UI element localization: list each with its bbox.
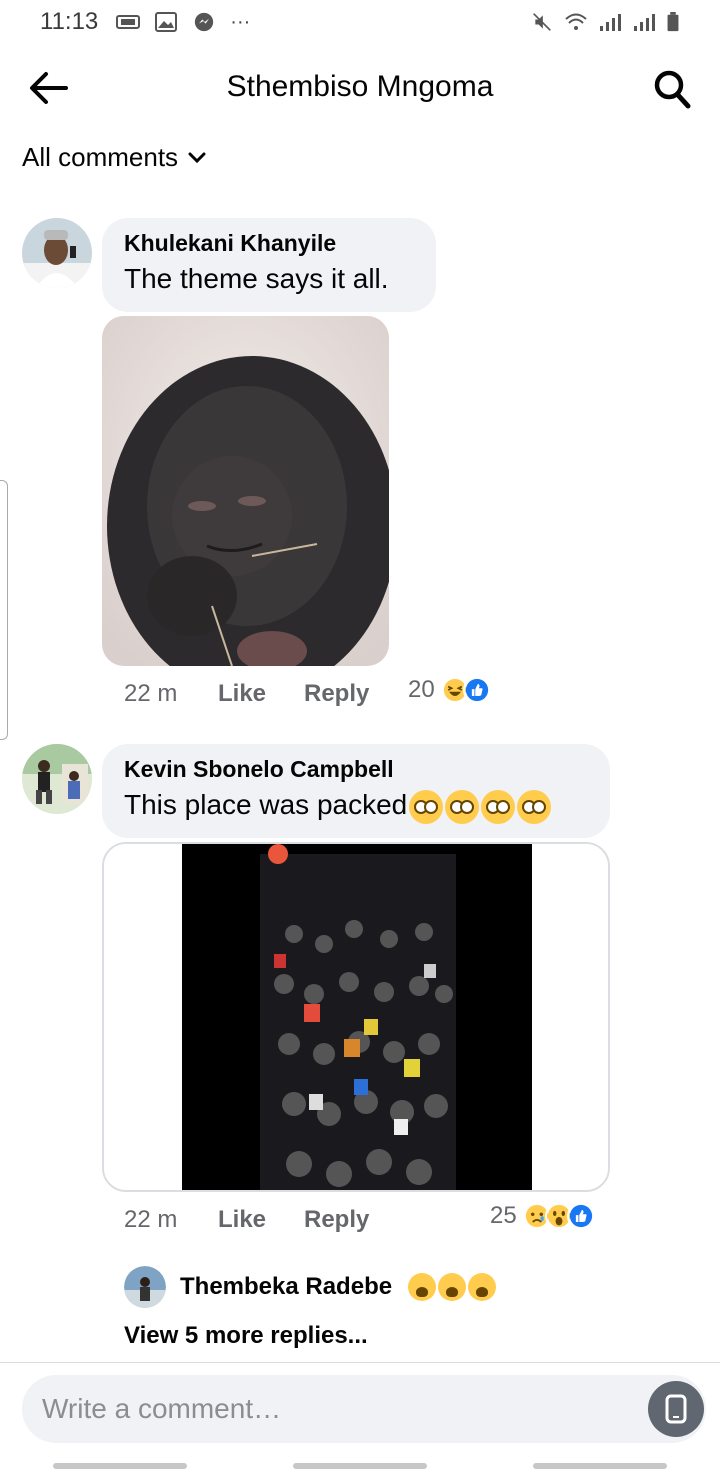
comment-image[interactable] [102, 316, 389, 666]
view-more-replies-link[interactable]: View 5 more replies... [124, 1322, 368, 1350]
crowd-video-thumbnail-icon [104, 844, 608, 1190]
system-nav-bar [0, 1452, 720, 1480]
reaction-count: 20 [408, 676, 435, 703]
nav-home-button[interactable] [293, 1463, 427, 1469]
avatar-photo-icon [22, 218, 92, 288]
video-notification-icon [116, 15, 141, 29]
comment-author[interactable]: Khulekani Khanyile [124, 230, 414, 257]
sticker-button[interactable] [648, 1381, 704, 1437]
comment-text: The theme says it all. [124, 263, 389, 294]
gallery-notification-icon [155, 12, 178, 32]
messenger-notification-icon [195, 12, 214, 32]
crying-emoji-icon [408, 1273, 437, 1301]
comment-actions: 22 m Like Reply [124, 1206, 369, 1234]
comment-bubble[interactable]: Khulekani Khanyile The theme says it all… [102, 218, 436, 312]
signal-icon [600, 14, 621, 31]
crying-emoji-group [406, 1273, 497, 1301]
more-notifications-icon: ··· [230, 10, 251, 33]
like-reaction-icon [566, 1202, 595, 1230]
nav-back-button[interactable] [533, 1463, 667, 1469]
comment-author[interactable]: Kevin Sbonelo Campbell [124, 756, 588, 783]
avatar [124, 1266, 166, 1308]
chevron-down-icon [188, 152, 206, 163]
monkey-photo-icon [102, 316, 389, 666]
reply-button[interactable]: Reply [304, 680, 369, 708]
avatar[interactable] [22, 744, 92, 814]
mute-icon [533, 13, 551, 31]
wifi-icon [565, 13, 587, 30]
comment-text-row: This place was packed [124, 789, 588, 824]
nav-recent-button[interactable] [53, 1463, 187, 1469]
like-button[interactable]: Like [218, 1206, 304, 1234]
reply-button[interactable]: Reply [304, 1206, 369, 1234]
like-reaction-icon [462, 676, 491, 704]
crying-emoji-icon [468, 1273, 497, 1301]
reaction-summary[interactable]: 25 [490, 1202, 595, 1230]
comment-bubble[interactable]: Kevin Sbonelo Campbell This place was pa… [102, 744, 610, 838]
status-time: 11:13 [40, 8, 99, 35]
comment-input[interactable]: Write a comment… [22, 1375, 706, 1443]
flushed-emoji-icon [517, 789, 552, 824]
comment-actions: 22 m Like Reply [124, 680, 369, 708]
flushed-emoji-icon [445, 789, 480, 824]
comment-text: This place was packed [124, 789, 408, 820]
comments-filter-dropdown[interactable]: All comments [22, 142, 206, 173]
edge-panel-handle[interactable] [0, 480, 8, 740]
avatar-photo-icon [22, 744, 92, 814]
reply-author[interactable]: Thembeka Radebe [180, 1273, 392, 1301]
crying-emoji-icon [438, 1273, 467, 1301]
reaction-count: 25 [490, 1202, 517, 1229]
page-title: Sthembiso Mngoma [226, 70, 494, 103]
search-icon[interactable] [652, 66, 692, 110]
flushed-emoji-icon [409, 789, 444, 824]
signal-icon-2 [634, 14, 655, 31]
reply-preview[interactable]: Thembeka Radebe [124, 1266, 497, 1308]
reaction-summary[interactable]: 20 [408, 676, 491, 704]
avatar[interactable] [22, 218, 92, 288]
status-bar: 11:13 ··· [0, 0, 720, 44]
top-bar: Sthembiso Mngoma [0, 56, 720, 120]
battery-icon [667, 12, 679, 32]
comment-input-placeholder: Write a comment… [42, 1393, 282, 1424]
phone-sticker-icon [665, 1394, 687, 1424]
comment-timestamp: 22 m [124, 1206, 178, 1233]
like-button[interactable]: Like [218, 680, 304, 708]
flushed-emoji-icon [481, 789, 516, 824]
comment-video[interactable] [102, 842, 610, 1192]
comments-filter-label: All comments [22, 142, 179, 172]
comment-timestamp: 22 m [124, 680, 178, 707]
